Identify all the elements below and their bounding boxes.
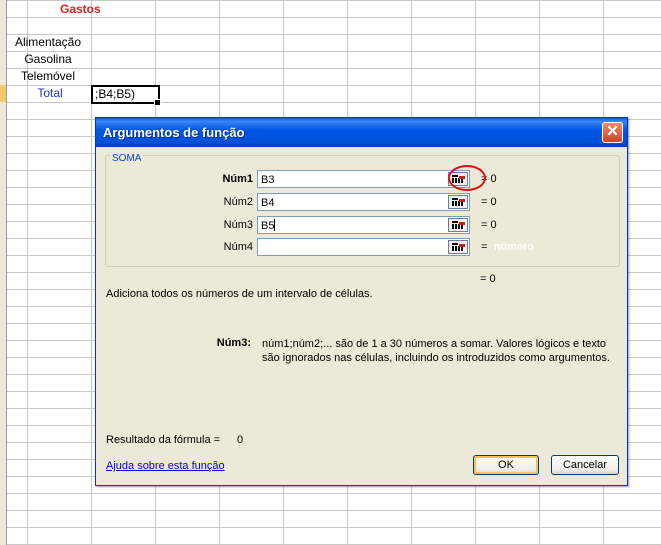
arg4-input[interactable] [257, 238, 470, 256]
active-row-header[interactable] [0, 85, 6, 102]
arg1-value: B3 [261, 174, 275, 186]
arg1-input[interactable]: B3 [257, 170, 470, 188]
sheet-title-cell: Gastos [60, 2, 101, 16]
arg4-equals: = [481, 241, 488, 253]
arg4-label: Núm4 [223, 241, 253, 253]
row-label-telemovel: Telemóvel [20, 69, 76, 83]
text-cursor [274, 219, 275, 231]
arg2-input[interactable]: B4 [257, 193, 470, 211]
arg3-input[interactable]: B5 [257, 216, 470, 234]
arg4-result: = número [481, 241, 534, 253]
active-cell-formula[interactable]: ;B4;B5) [91, 85, 160, 104]
dialog-titlebar[interactable]: Argumentos de função ✕ [96, 118, 627, 147]
overall-result: = 0 [480, 273, 496, 285]
arg2-label: Núm2 [223, 196, 253, 208]
argument-row-1: Núm1 B3 = 0 [96, 170, 627, 190]
collapse-dialog-icon[interactable] [448, 195, 468, 209]
argument-row-3: Núm3 B5 = 0 [96, 216, 627, 236]
total-label-cell: Total [37, 86, 63, 100]
ok-button[interactable]: OK [473, 455, 539, 475]
help-arg-label: Núm3: [216, 337, 251, 349]
row-label-gasolina: Gasolina [24, 52, 72, 66]
function-description: Adiciona todos os números de um interval… [106, 288, 373, 300]
arg1-label: Núm1 [222, 173, 253, 185]
arg4-type-hint: número [493, 241, 534, 253]
argument-row-2: Núm2 B4 = 0 [96, 193, 627, 213]
row-label-alimentacao: Alimentação [14, 35, 82, 49]
help-arg-text: núm1;núm2;... são de 1 a 30 números a so… [262, 338, 610, 364]
cancel-button[interactable]: Cancelar [551, 455, 619, 475]
highlight-circle-annotation [448, 165, 486, 191]
argument-row-4: Núm4 = número [96, 238, 627, 258]
help-link[interactable]: Ajuda sobre esta função [106, 460, 225, 472]
formula-result-value: 0 [237, 434, 244, 446]
arg3-result: = 0 [481, 219, 497, 231]
collapse-dialog-icon[interactable] [448, 218, 468, 232]
function-name-label: SOMA [110, 153, 144, 164]
fill-handle[interactable] [154, 99, 161, 106]
dialog-title: Argumentos de função [103, 125, 245, 140]
close-icon: ✕ [606, 123, 619, 140]
formula-result-label: Resultado da fórmula = [106, 434, 221, 446]
function-arguments-dialog: Argumentos de função ✕ SOMA Núm1 B3 = 0 … [95, 117, 628, 486]
collapse-dialog-icon[interactable] [448, 240, 468, 254]
arg3-label: Núm3 [223, 219, 253, 231]
arg2-result: = 0 [481, 196, 497, 208]
arg3-value: B5 [261, 220, 275, 232]
close-button[interactable]: ✕ [602, 122, 623, 143]
arg2-value: B4 [261, 197, 275, 209]
